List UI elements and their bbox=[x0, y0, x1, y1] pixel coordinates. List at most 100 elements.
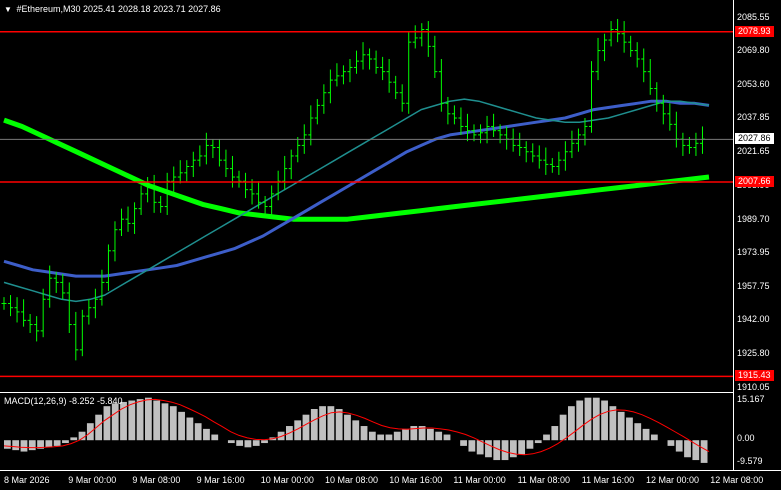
price-tick-label: 1925.80 bbox=[737, 348, 770, 359]
macd-hist-bar bbox=[319, 406, 326, 441]
macd-hist-bar bbox=[236, 440, 244, 446]
time-tick-label: 11 Mar 16:00 bbox=[581, 475, 635, 485]
current-price-tag: 2027.86 bbox=[735, 133, 774, 145]
price-tick-label: 2053.60 bbox=[737, 79, 770, 90]
macd-hist-bar bbox=[70, 437, 78, 441]
macd-hist-bar bbox=[534, 440, 542, 444]
price-tick-label: 1910.05 bbox=[737, 381, 770, 392]
macd-hist-bar bbox=[460, 440, 467, 446]
macd-indicator-label: MACD(12,26,9) -8.252 -5.840 bbox=[4, 396, 123, 406]
time-tick-label: 12 Mar 00:00 bbox=[646, 475, 700, 485]
macd-hist-bar bbox=[518, 440, 526, 455]
macd-hist-bar bbox=[368, 431, 376, 441]
symbol-timeframe: #Ethereum,M30 bbox=[16, 4, 81, 14]
macd-hist-bar bbox=[153, 400, 161, 441]
time-tick-label: 12 Mar 08:00 bbox=[710, 475, 764, 485]
macd-hist-bar bbox=[111, 403, 119, 441]
macd-hist-bar bbox=[393, 431, 401, 441]
chart-menu-arrow-icon[interactable]: ▼ bbox=[4, 5, 12, 14]
macd-scale-bottom: -9.579 bbox=[737, 456, 763, 466]
macd-hist-bar bbox=[650, 434, 658, 441]
macd-hist-bar bbox=[178, 411, 185, 441]
macd-hist-bar bbox=[53, 440, 61, 446]
macd-hist-bar bbox=[385, 434, 393, 441]
price-tick-label: 1957.75 bbox=[737, 281, 770, 292]
macd-hist-bar bbox=[443, 434, 451, 441]
macd-hist-bar bbox=[161, 403, 169, 441]
macd-hist-bar bbox=[642, 428, 650, 441]
macd-hist-bar bbox=[551, 426, 559, 441]
macd-hist-bar bbox=[136, 399, 144, 441]
macd-scale-top: 15.167 bbox=[737, 394, 765, 404]
time-tick-label: 10 Mar 16:00 bbox=[389, 475, 443, 485]
macd-hist-bar bbox=[584, 397, 592, 441]
level-price-tag: 1915.43 bbox=[735, 370, 774, 382]
macd-hist-bar bbox=[12, 440, 20, 451]
time-tick-label: 11 Mar 08:00 bbox=[517, 475, 570, 485]
macd-hist-bar bbox=[227, 440, 235, 444]
macd-histogram bbox=[4, 397, 708, 463]
price-chart[interactable] bbox=[0, 0, 733, 392]
macd-hist-bar bbox=[493, 440, 501, 461]
price-tick-label: 2021.65 bbox=[737, 146, 770, 157]
chart-header: ▼ #Ethereum,M30 2025.41 2028.18 2023.71 … bbox=[4, 4, 221, 14]
macd-scale-zero: 0.00 bbox=[737, 433, 755, 443]
macd-hist-bar bbox=[684, 440, 691, 458]
macd-hist-bar bbox=[360, 426, 368, 441]
time-tick-label: 9 Mar 08:00 bbox=[132, 475, 181, 485]
macd-hist-bar bbox=[327, 406, 335, 441]
macd-hist-bar bbox=[103, 406, 111, 441]
macd-hist-bar bbox=[20, 440, 28, 452]
macd-hist-bar bbox=[568, 406, 575, 441]
macd-hist-bar bbox=[28, 440, 36, 451]
time-tick-label: 9 Mar 00:00 bbox=[68, 475, 117, 485]
macd-hist-bar bbox=[335, 409, 343, 441]
macd-hist-bar bbox=[45, 440, 53, 448]
time-tick-label: 8 Mar 2026 bbox=[4, 475, 50, 485]
macd-hist-bar bbox=[145, 397, 152, 441]
price-tick-label: 2037.85 bbox=[737, 112, 770, 123]
macd-hist-bar bbox=[435, 431, 443, 441]
macd-hist-bar bbox=[261, 440, 268, 444]
price-tick-label: 2069.80 bbox=[737, 45, 770, 55]
macd-hist-bar bbox=[211, 434, 219, 441]
macd-hist-bar bbox=[352, 420, 360, 441]
level-price-tag: 2078.93 bbox=[735, 25, 774, 37]
macd-hist-bar bbox=[667, 440, 675, 446]
macd-hist-bar bbox=[194, 423, 202, 441]
ma-fast-path bbox=[3, 98, 710, 303]
time-axis[interactable]: 8 Mar 2026 9 Mar 00:00 9 Mar 08:00 9 Mar 16… bbox=[0, 470, 781, 490]
macd-hist-bar bbox=[203, 428, 210, 441]
macd-hist-bar bbox=[310, 409, 318, 441]
macd-hist-bar bbox=[485, 440, 492, 458]
ma-fast-line bbox=[3, 98, 710, 303]
macd-hist-bar bbox=[402, 428, 409, 441]
macd-hist-bar bbox=[700, 440, 708, 463]
macd-hist-bar bbox=[244, 440, 252, 448]
time-tick-label: 10 Mar 08:00 bbox=[325, 475, 379, 485]
macd-hist-bar bbox=[559, 414, 567, 441]
macd-hist-bar bbox=[169, 406, 177, 441]
macd-hist-bar bbox=[526, 440, 534, 449]
macd-hist-bar bbox=[576, 400, 584, 441]
macd-hist-bar bbox=[601, 400, 608, 441]
ma-slow-path bbox=[3, 117, 710, 222]
macd-hist-bar bbox=[468, 440, 476, 452]
macd-hist-bar bbox=[626, 417, 633, 441]
horizontal-levels[interactable] bbox=[0, 31, 733, 378]
price-tick-label: 1989.70 bbox=[737, 213, 770, 224]
time-tick-label: 9 Mar 16:00 bbox=[196, 475, 245, 485]
time-tick-label: 10 Mar 00:00 bbox=[260, 475, 314, 485]
macd-hist-bar bbox=[4, 440, 11, 449]
macd-hist-bar bbox=[543, 434, 550, 441]
macd-hist-bar bbox=[377, 434, 385, 441]
macd-hist-bar bbox=[62, 440, 69, 444]
macd-hist-bar bbox=[344, 414, 351, 441]
price-tick-label: 1973.95 bbox=[737, 247, 770, 257]
macd-hist-bar bbox=[675, 440, 683, 452]
macd-hist-bar bbox=[501, 440, 509, 461]
macd-hist-bar bbox=[302, 414, 310, 441]
price-axis[interactable]: 2027.86 15.167 0.00 -9.579 2085.55 2069.8… bbox=[733, 0, 781, 470]
price-tick-label: 2085.55 bbox=[737, 11, 770, 22]
macd-hist-bar bbox=[186, 417, 194, 441]
